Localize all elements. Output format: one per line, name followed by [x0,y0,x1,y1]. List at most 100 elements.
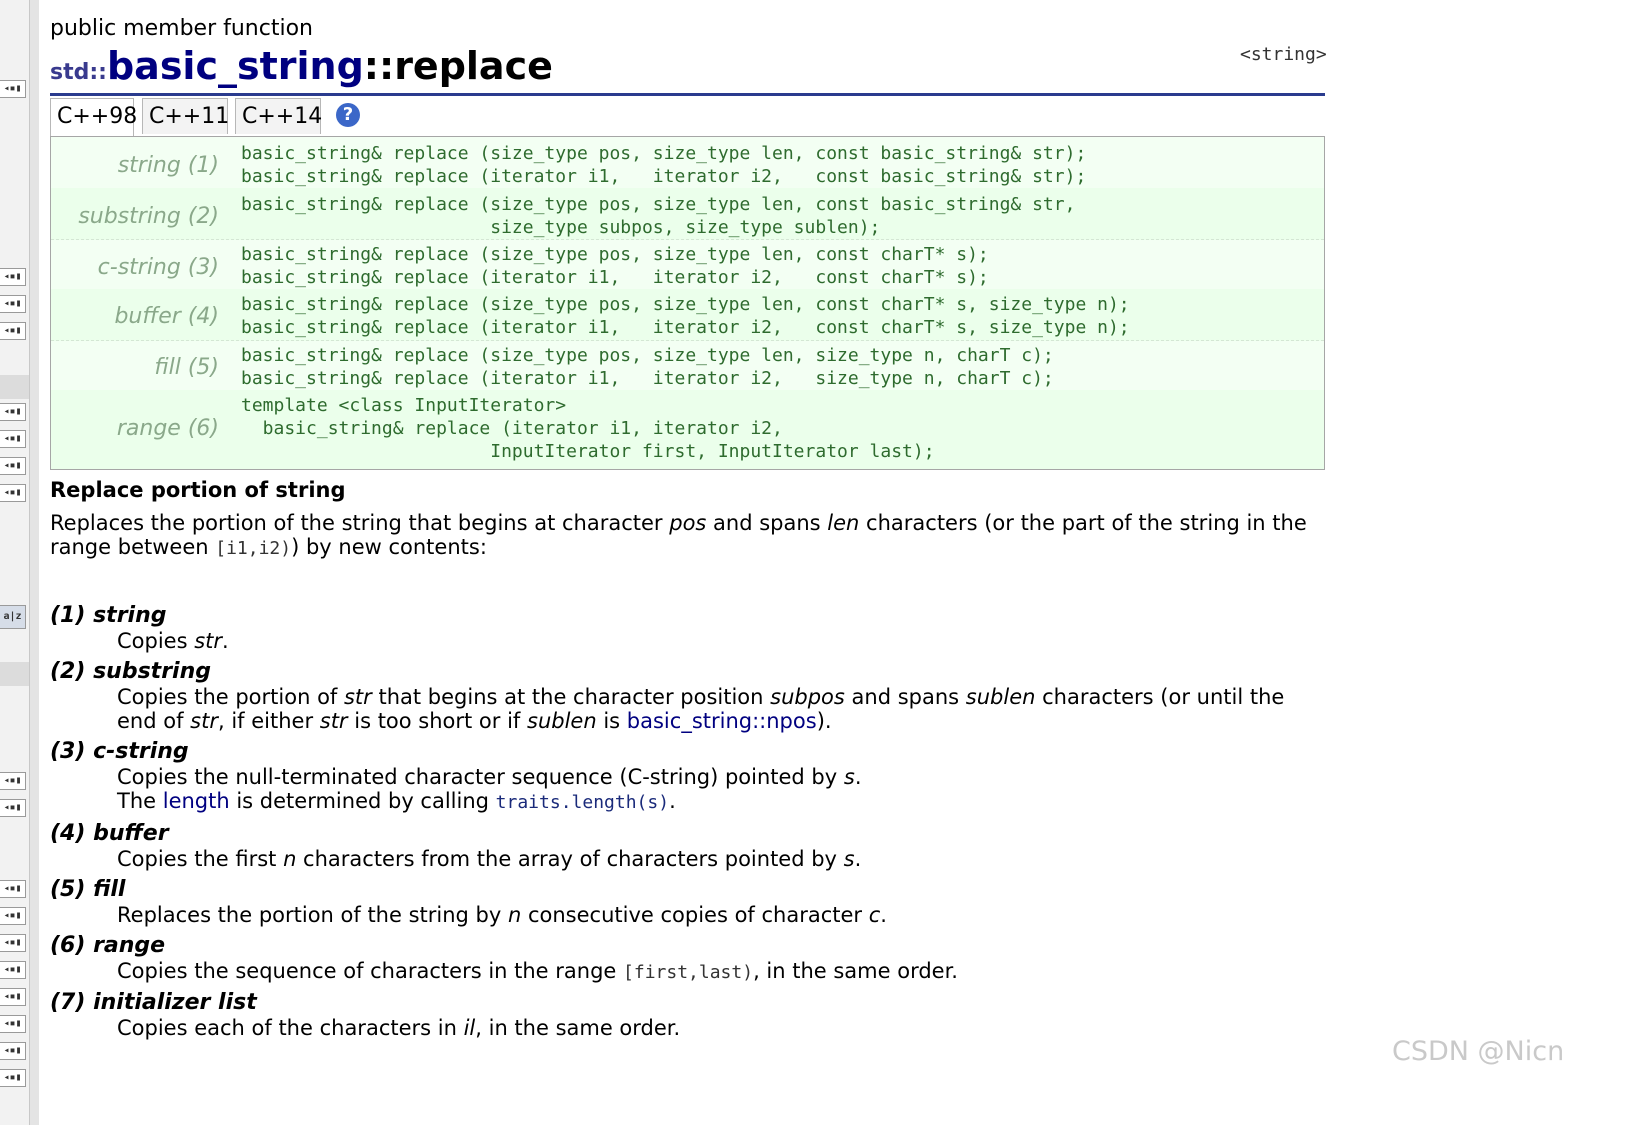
prototype-code: basic_string& replace (size_type pos, si… [241,244,989,288]
param-pos: pos [669,511,707,535]
item-description: Copies the null-terminated character seq… [117,765,1327,815]
text: . [669,789,676,813]
item-title: (1) string [50,603,167,628]
sidebar-toggle-icon[interactable]: ◂▪▮ [0,1015,26,1033]
param-sublen: sublen [965,685,1036,709]
text: Replaces the portion of the string that … [50,511,670,535]
sidebar-toggle-icon[interactable]: ◂▪▮ [0,907,26,925]
text: consecutive copies of character [521,903,869,927]
sidebar-toggle-icon[interactable]: ◂▪▮ [0,80,26,98]
sidebar-toggle-icon[interactable]: ◂▪▮ [0,1042,26,1060]
item-description: Copies str. [117,629,1327,653]
sidebar-toggle-icon[interactable]: ◂▪▮ [0,799,26,817]
prototype-label: fill (5) [154,355,219,380]
page-title: std::basic_string::replace [50,44,553,88]
item-title: (6) range [50,933,166,958]
sidebar-toggle-icon[interactable]: ◂▪▮ [0,961,26,979]
prototype-label: range (6) [116,416,219,441]
help-icon[interactable]: ? [336,103,360,127]
item-title: (3) c-string [50,739,189,764]
sidebar-toggle-icon[interactable]: ◂▪▮ [0,988,26,1006]
tab-cpp11[interactable]: C++11 [142,98,229,134]
title-namespace: std:: [50,60,107,85]
sidebar-toggle-icon[interactable]: ◂▪▮ [0,403,26,421]
text: that begins at the character position [371,685,771,709]
prototype-code: basic_string& replace (size_type pos, si… [241,143,1087,187]
sidebar-toggle-icon[interactable]: ◂▪▮ [0,430,26,448]
param-sublen: sublen [527,709,597,733]
sidebar-toggle-icon[interactable]: ◂▪▮ [0,934,26,952]
text: . [222,629,229,653]
param-str: str [194,629,223,653]
description-paragraph: Replaces the portion of the string that … [50,511,1320,561]
length-link[interactable]: length [163,789,230,813]
prototype-code: basic_string& replace (size_type pos, si… [241,194,1076,238]
item-description: Replaces the portion of the string by n … [117,903,1327,927]
sidebar-highlight [0,375,29,399]
title-class: basic_string [106,44,364,88]
sidebar-toggle-icon[interactable]: ◂▪▮ [0,772,26,790]
sidebar-toggle-icon[interactable]: ◂▪▮ [0,484,26,502]
text: Copies the portion of [117,685,344,709]
sidebar-scroll-strip[interactable] [29,0,39,1125]
sidebar-toggle-icon[interactable]: ◂▪▮ [0,322,26,340]
header-file-link[interactable]: <string> [1240,44,1327,65]
param-c: c [868,903,881,927]
inline-code: [i1,i2) [215,538,292,559]
member-kind: public member function [50,16,313,41]
text: is determined by calling [229,789,496,813]
text: Copies the sequence of characters in the… [117,959,624,983]
text: Copies the null-terminated character seq… [117,765,844,789]
sidebar-toggle-icon[interactable]: ◂▪▮ [0,295,26,313]
left-sidebar: ◂▪▮ ◂▪▮ ◂▪▮ ◂▪▮ ◂▪▮ ◂▪▮ ◂▪▮ ◂▪▮ a|z ◂▪▮ … [0,0,39,1125]
sidebar-toggle-icon[interactable]: ◂▪▮ [0,880,26,898]
param-il: il [463,1016,476,1040]
sidebar-highlight [0,662,29,686]
param-subpos: subpos [770,685,845,709]
param-s: s [843,847,855,871]
item-title: (5) fill [50,877,126,902]
prototype-row: c-string (3) basic_string& replace (size… [51,239,1324,290]
watermark: CSDN @Nicn [1392,1036,1565,1067]
text: is [596,709,627,733]
item-title: (2) substring [50,659,211,684]
text: Copies [117,629,195,653]
text: , in the same order. [753,959,958,983]
param-s: s [843,765,855,789]
prototype-code: template <class InputIterator> basic_str… [241,395,935,462]
text: ) by new contents: [291,535,487,559]
text: , if either [217,709,320,733]
prototype-label: substring (2) [78,204,219,229]
prototype-label: string (1) [117,153,219,178]
inline-code[interactable]: traits.length(s) [496,792,669,813]
text: Copies the first [117,847,284,871]
inline-code: [first,last) [623,962,754,983]
sidebar-toggle-icon[interactable]: ◂▪▮ [0,1069,26,1087]
tab-cpp98[interactable]: C++98 [50,98,137,137]
text: ). [816,709,832,733]
param-n: n [283,847,297,871]
title-function: ::replace [363,44,553,88]
tab-cpp14[interactable]: C++14 [235,98,322,134]
prototype-label: c-string (3) [97,255,219,280]
text: Copies each of the characters in [117,1016,464,1040]
prototype-table: string (1) basic_string& replace (size_t… [50,136,1325,470]
text: and spans [844,685,966,709]
prototype-row: fill (5) basic_string& replace (size_typ… [51,340,1324,391]
prototype-row: range (6) template <class InputIterator>… [51,390,1324,469]
sidebar-toggle-icon[interactable]: ◂▪▮ [0,268,26,286]
item-description: Copies each of the characters in il, in … [117,1016,1327,1040]
param-str: str [319,709,348,733]
param-n: n [507,903,522,927]
param-str: str [343,685,372,709]
param-str: str [190,709,218,733]
item-description: Copies the first n characters from the a… [117,847,1327,871]
prototype-label: buffer (4) [114,304,219,329]
function-summary: Replace portion of string [50,478,346,502]
book-icon[interactable]: a|z [0,605,26,629]
prototype-code: basic_string& replace (size_type pos, si… [241,294,1130,338]
text: is too short or if [347,709,527,733]
text: . [854,847,862,871]
npos-link[interactable]: basic_string::npos [627,709,817,733]
sidebar-toggle-icon[interactable]: ◂▪▮ [0,457,26,475]
